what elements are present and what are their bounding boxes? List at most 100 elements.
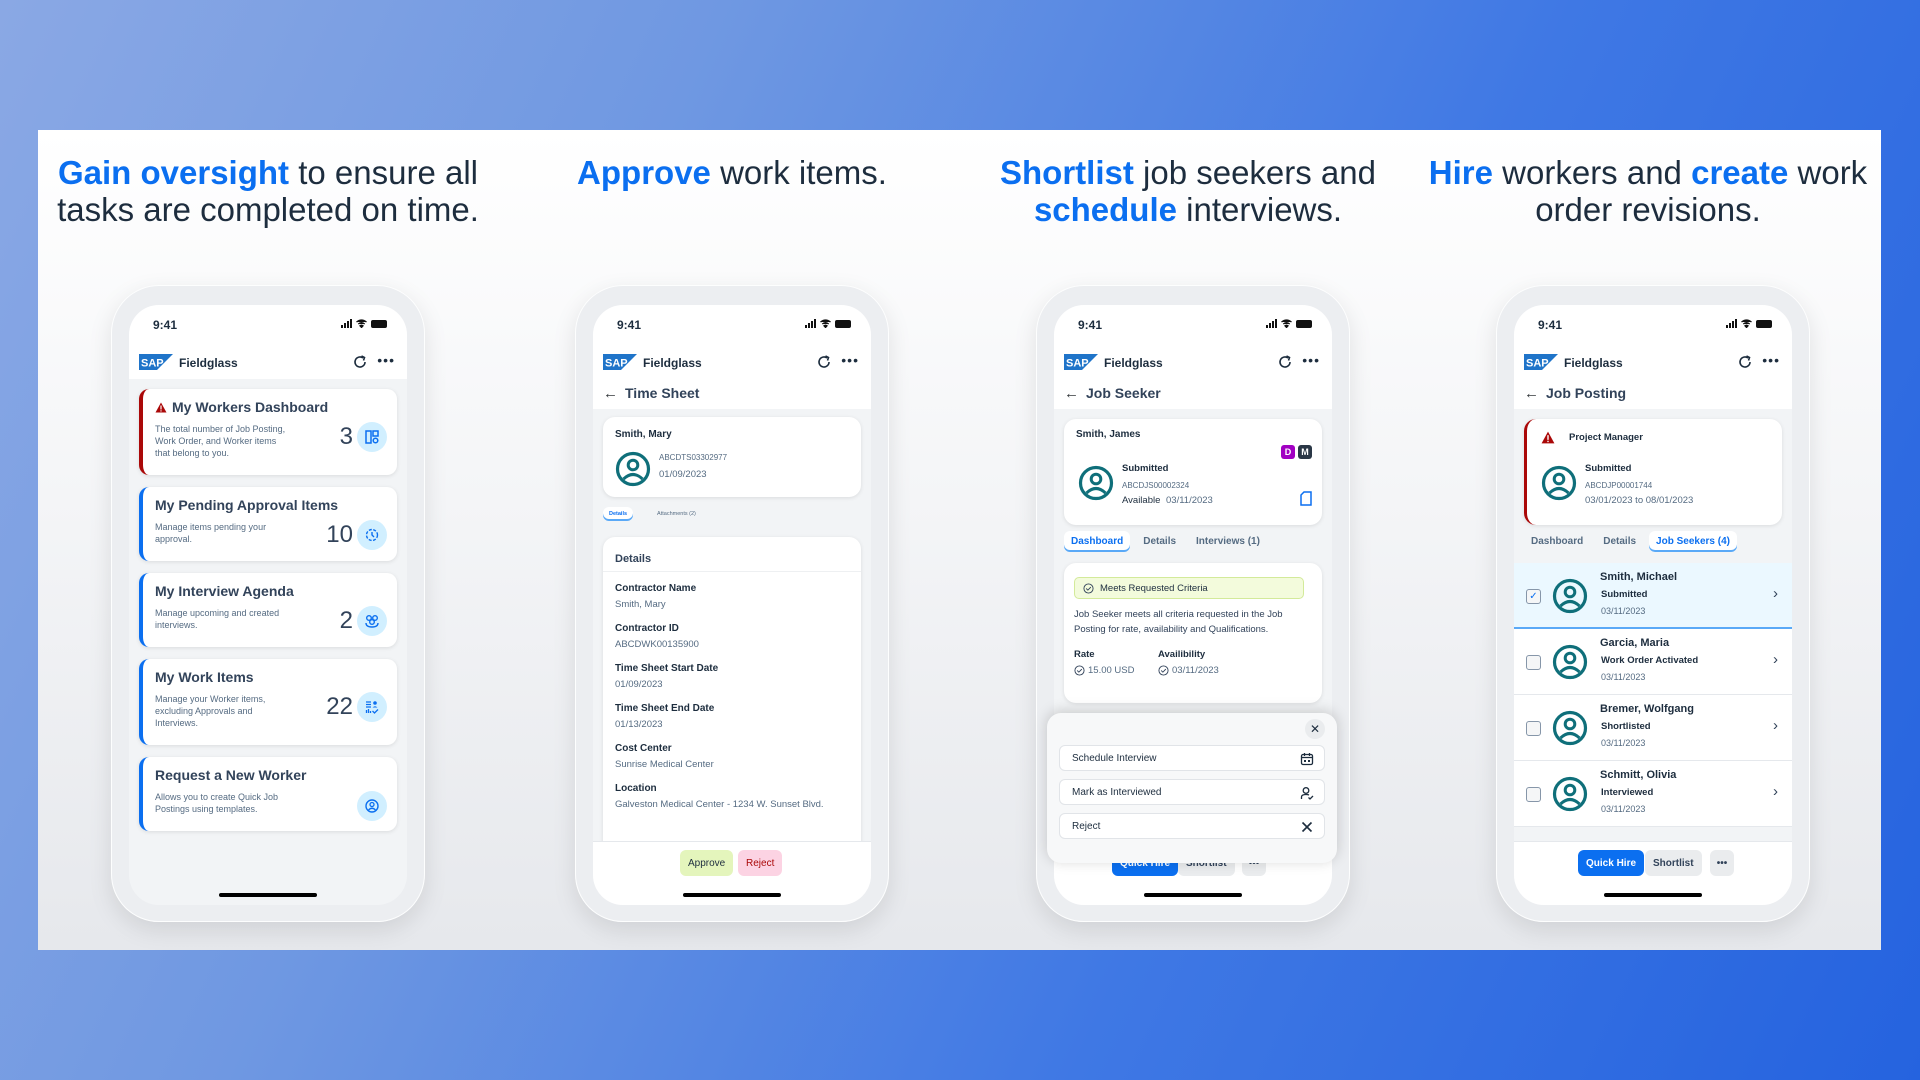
option-label: Reject: [1072, 820, 1101, 832]
status-bar: 9:41: [1514, 305, 1792, 345]
mark-interviewed-option[interactable]: Mark as Interviewed: [1059, 779, 1325, 805]
refresh-icon[interactable]: [1736, 353, 1754, 371]
card-pending-approval[interactable]: My Pending Approval Items Manage items p…: [139, 487, 397, 561]
action-sheet: ✕ Schedule Interview Mark as Interviewed…: [1047, 713, 1337, 863]
check-circle-icon: [1158, 665, 1169, 676]
battery-icon: [835, 319, 851, 328]
list-item[interactable]: Bremer, Wolfgang Shortlisted 03/11/2023 …: [1514, 695, 1792, 761]
row-checkbox[interactable]: ✓: [1526, 589, 1541, 604]
tab-details[interactable]: Details: [603, 507, 634, 521]
card-work-items[interactable]: My Work Items Manage your Worker items, …: [139, 659, 397, 745]
tab-dashboard[interactable]: Dashboard: [1524, 531, 1590, 552]
seeker-date: 03/11/2023: [1601, 672, 1646, 682]
list-item[interactable]: ✓ Smith, Michael Submitted 03/11/2023 ›: [1514, 563, 1792, 629]
timesheet-header-card: Smith, Mary ABCDTS03302977 01/09/2023: [603, 417, 861, 497]
shortlist-button[interactable]: Shortlist: [1645, 850, 1702, 876]
sap-logo: [603, 354, 637, 370]
card-request-worker[interactable]: Request a New Worker Allows you to creat…: [139, 757, 397, 831]
reject-button[interactable]: Reject: [738, 850, 783, 876]
chip-d: D: [1281, 445, 1295, 459]
card-description: Manage your Worker items, excluding Appr…: [155, 694, 266, 728]
app-name: Fieldglass: [179, 356, 238, 370]
back-arrow-icon[interactable]: ←: [603, 385, 618, 402]
page-header: ← Time Sheet: [593, 379, 871, 409]
tab-dashboard[interactable]: Dashboard: [1064, 531, 1131, 552]
seeker-status: Work Order Activated: [1601, 655, 1699, 666]
rate-label: Rate: [1074, 649, 1095, 660]
card-interview-agenda[interactable]: My Interview Agenda Manage upcoming and …: [139, 573, 397, 647]
seeker-date: 03/11/2023: [1601, 804, 1646, 814]
headline-highlight: schedule: [1033, 191, 1177, 228]
headline-highlight: Hire: [1428, 154, 1493, 191]
status-time: 9:41: [1078, 318, 1103, 332]
status-text: Submitted: [1122, 463, 1169, 474]
app-name: Fieldglass: [1564, 356, 1623, 370]
card-description: Allows you to create Quick Job Postings …: [155, 792, 279, 814]
refresh-icon[interactable]: [1276, 353, 1294, 371]
card-description: The total number of Job Posting, Work Or…: [155, 424, 286, 458]
status-bar: 9:41: [129, 305, 407, 345]
more-options-icon[interactable]: •••: [1302, 353, 1320, 367]
row-checkbox[interactable]: [1526, 787, 1541, 802]
home-indicator: [1144, 893, 1242, 897]
tab-details[interactable]: Details: [1596, 531, 1643, 552]
warning-icon: [1541, 431, 1555, 444]
refresh-icon[interactable]: [351, 353, 369, 371]
tab-interviews[interactable]: Interviews (1): [1189, 531, 1267, 552]
list-item[interactable]: Garcia, Maria Work Order Activated 03/11…: [1514, 629, 1792, 695]
warning-icon: [155, 402, 167, 413]
option-label: Mark as Interviewed: [1072, 786, 1162, 798]
tag-chips: D M: [1281, 445, 1312, 459]
card-count: 2: [339, 607, 353, 634]
chevron-right-icon: ›: [1773, 783, 1778, 800]
row-checkbox[interactable]: [1526, 721, 1541, 736]
card-count: 3: [339, 423, 353, 450]
card-description: Manage upcoming and created interviews.: [155, 608, 280, 630]
signal-icon: [805, 319, 816, 328]
person-icon: [357, 791, 387, 821]
card-title: Request a New Worker: [155, 767, 307, 783]
row-checkbox[interactable]: [1526, 655, 1541, 670]
quick-hire-button[interactable]: Quick Hire: [1578, 850, 1645, 876]
back-arrow-icon[interactable]: ←: [1524, 385, 1539, 402]
available-label: Available: [1122, 495, 1161, 506]
phone-screen: 9:41 Fieldglass ••• My Workers Dashboard: [129, 305, 407, 905]
tab-job-seekers[interactable]: Job Seekers (4): [1649, 531, 1737, 552]
more-options-icon[interactable]: •••: [1762, 353, 1780, 367]
chip-m: M: [1298, 445, 1312, 459]
avatar-icon: [615, 451, 651, 487]
schedule-interview-option[interactable]: Schedule Interview: [1059, 745, 1325, 771]
job-seeker-id: ABCDJS00002324: [1122, 481, 1190, 490]
field-value: Smith, Mary: [615, 599, 666, 610]
card-title: My Work Items: [155, 669, 254, 685]
app-header: Fieldglass •••: [1054, 345, 1332, 379]
reject-option[interactable]: Reject: [1059, 813, 1325, 839]
back-arrow-icon[interactable]: ←: [1064, 385, 1079, 402]
tab-details[interactable]: Details: [1136, 531, 1183, 552]
app-header: Fieldglass •••: [129, 345, 407, 379]
approve-button[interactable]: Approve: [680, 850, 734, 876]
card-workers-dashboard[interactable]: My Workers Dashboard The total number of…: [139, 389, 397, 475]
home-indicator: [683, 893, 781, 897]
more-options-icon[interactable]: •••: [841, 353, 859, 367]
close-sheet-button[interactable]: ✕: [1305, 719, 1325, 739]
pending-clock-icon: [357, 520, 387, 550]
job-seeker-name: Smith, James: [1076, 429, 1141, 440]
headline: Hire workers and create work order revis…: [1418, 154, 1878, 228]
avatar-icon: [1552, 776, 1588, 812]
phone-screen: 9:41 Fieldglass ••• ← Job Posting Projec…: [1514, 305, 1792, 905]
refresh-icon[interactable]: [815, 353, 833, 371]
list-item[interactable]: Schmitt, Olivia Interviewed 03/11/2023 ›: [1514, 761, 1792, 827]
dashboard-icon: [357, 422, 387, 452]
page-header: ← Job Posting: [1514, 379, 1792, 409]
seeker-name: Garcia, Maria: [1600, 637, 1670, 649]
document-icon[interactable]: [1300, 491, 1312, 506]
card-description: Manage items pending your approval.: [155, 522, 267, 544]
job-posting-dates: 03/01/2023 to 08/01/2023: [1585, 495, 1694, 506]
chevron-right-icon: ›: [1773, 717, 1778, 734]
more-actions-button[interactable]: •••: [1710, 850, 1734, 876]
more-options-icon[interactable]: •••: [377, 353, 395, 367]
status-text: Submitted: [1585, 463, 1632, 474]
status-bar: 9:41: [593, 305, 871, 345]
tab-attachments[interactable]: Attachments (2): [651, 507, 702, 521]
